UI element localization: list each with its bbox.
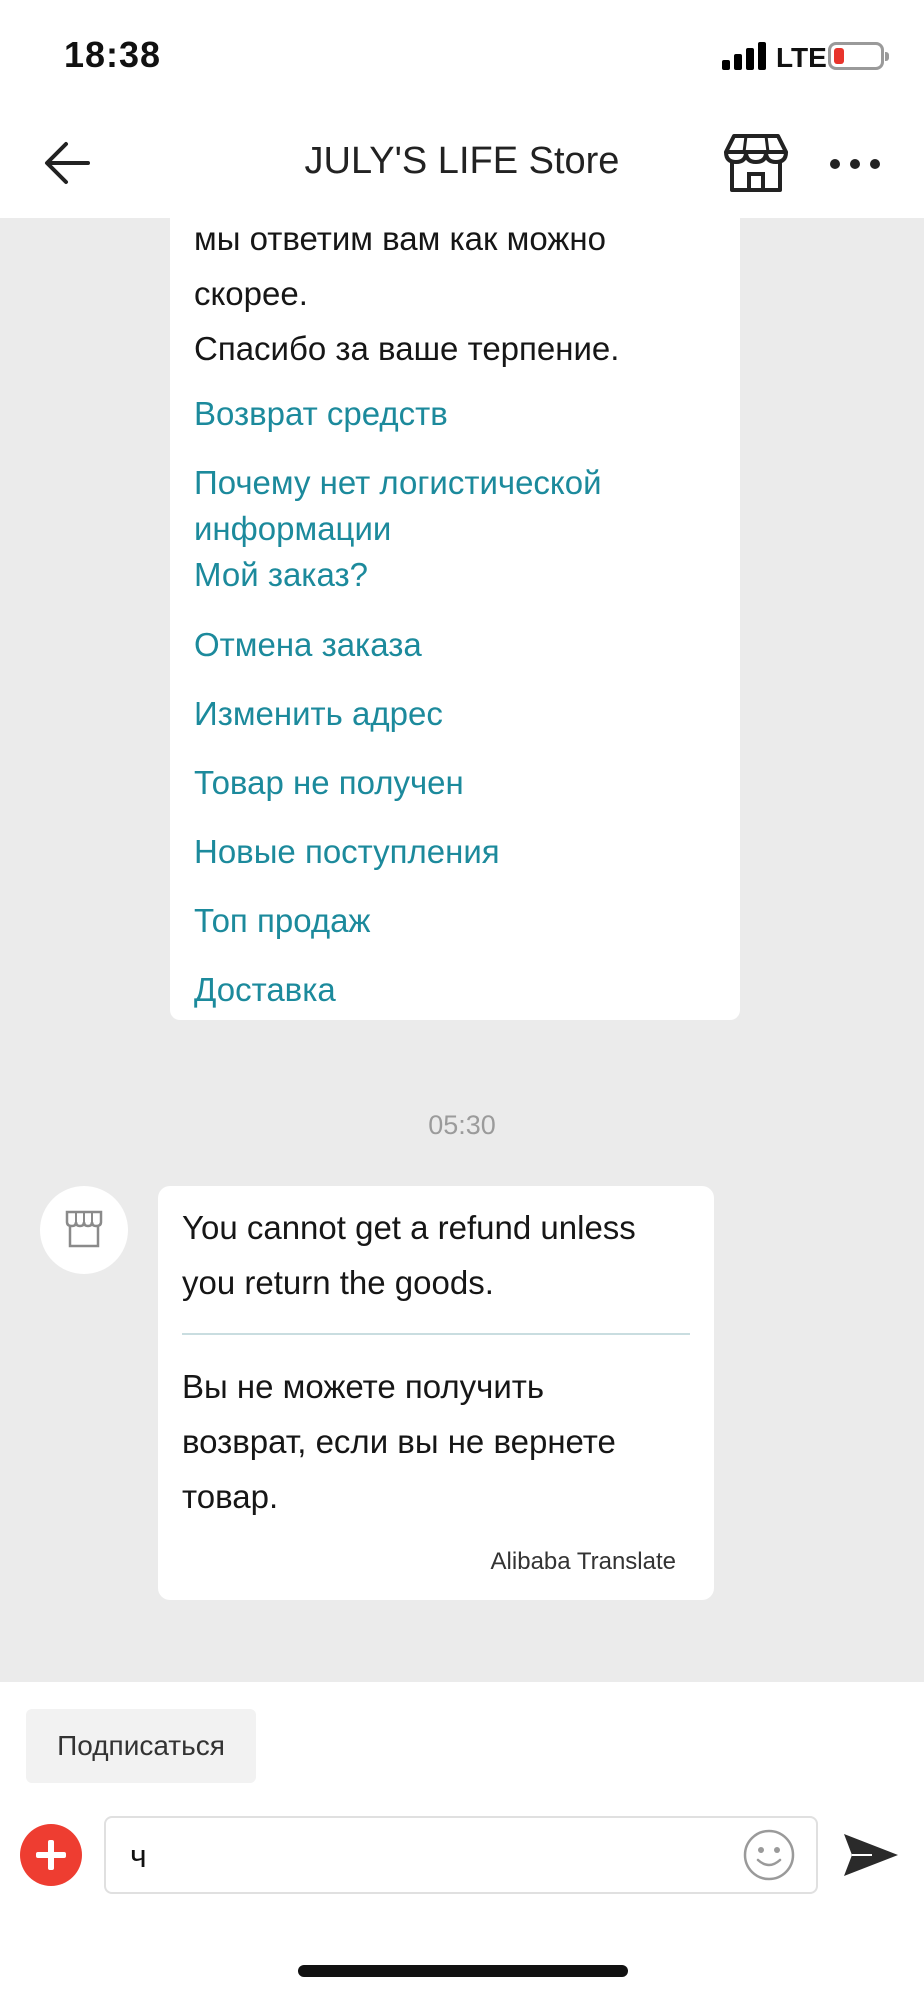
signal-icon <box>722 42 768 70</box>
store-avatar-icon <box>65 1210 103 1248</box>
compose-area: Подписаться ч <box>0 1682 924 2000</box>
emoji-icon[interactable] <box>742 1828 796 1882</box>
message-text: мы ответим вам как можно <box>194 220 606 257</box>
quick-link-logistics-2[interactable]: информации <box>194 506 391 552</box>
original-text: You cannot get a refund unless <box>182 1209 636 1246</box>
subscribe-button[interactable]: Подписаться <box>26 1709 256 1783</box>
quick-link-cancel-order[interactable]: Отмена заказа <box>194 622 422 668</box>
translated-text: возврат, если вы не вернете <box>182 1423 616 1460</box>
translated-text: товар. <box>182 1478 279 1515</box>
store-icon[interactable] <box>722 132 790 194</box>
more-icon[interactable] <box>830 154 880 174</box>
quick-link-logistics[interactable]: Почему нет логистической <box>194 460 602 506</box>
status-time: 18:38 <box>64 34 162 75</box>
translation-credit: Alibaba Translate <box>490 1548 676 1575</box>
quick-link-not-received[interactable]: Товар не получен <box>194 760 464 806</box>
status-bar: 18:38 LTE <box>0 0 924 110</box>
message-bubble-translated: You cannot get a refund unless you retur… <box>158 1186 714 1600</box>
store-avatar[interactable] <box>40 1186 128 1274</box>
original-text: you return the goods. <box>182 1264 494 1301</box>
translation-divider <box>182 1333 690 1335</box>
quick-link-new-arrivals[interactable]: Новые поступления <box>194 829 500 875</box>
message-input-value[interactable]: ч <box>130 1838 147 1875</box>
quick-link-my-order[interactable]: Мой заказ? <box>194 552 368 598</box>
quick-link-change-address[interactable]: Изменить адрес <box>194 691 443 737</box>
chat-header: JULY'S LIFE Store <box>0 110 924 218</box>
quick-link-refund[interactable]: Возврат средств <box>194 391 448 437</box>
message-timestamp: 05:30 <box>428 1110 496 1140</box>
message-input[interactable]: ч <box>104 1816 818 1894</box>
quick-link-top-sales[interactable]: Топ продаж <box>194 898 371 944</box>
quick-link-delivery[interactable]: Доставка <box>194 967 336 1013</box>
message-text: скорее. <box>194 275 308 312</box>
message-text: Спасибо за ваше терпение. <box>194 330 620 367</box>
translated-text: Вы не можете получить <box>182 1368 545 1405</box>
chat-area[interactable]: мы ответим вам как можно скорее. Спасибо… <box>0 218 924 1682</box>
battery-icon <box>828 42 889 70</box>
plus-icon[interactable] <box>20 1824 82 1886</box>
home-indicator <box>298 1965 628 1977</box>
message-bubble: мы ответим вам как можно скорее. Спасибо… <box>170 218 740 1020</box>
network-type: LTE <box>776 42 827 73</box>
send-icon[interactable] <box>842 1830 900 1880</box>
